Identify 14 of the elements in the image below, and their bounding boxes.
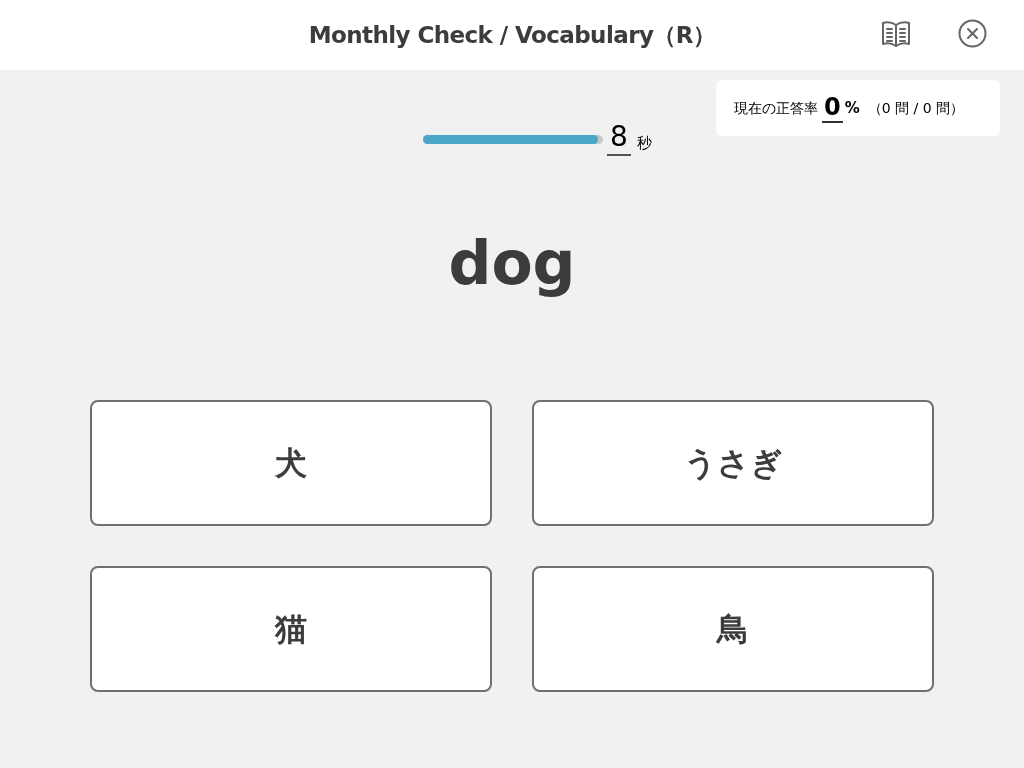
answer-button[interactable]: うさぎ (532, 400, 934, 526)
seconds-unit: 秒 (637, 133, 652, 154)
score-value: 0 (822, 93, 843, 123)
score-label: 現在の正答率 (734, 98, 818, 118)
score-count: （0 問 / 0 問） (867, 98, 965, 118)
close-icon[interactable] (958, 19, 987, 48)
answer-button[interactable]: 犬 (90, 400, 492, 526)
question-word: dog (448, 228, 576, 300)
book-icon[interactable] (881, 20, 911, 48)
answer-button[interactable]: 鳥 (532, 566, 934, 692)
answer-button[interactable]: 猫 (90, 566, 492, 692)
score-unit: % (844, 97, 860, 119)
seconds-value: 8 (607, 120, 631, 156)
window-title: Monthly Check / Vocabulary（R） (308, 20, 716, 50)
